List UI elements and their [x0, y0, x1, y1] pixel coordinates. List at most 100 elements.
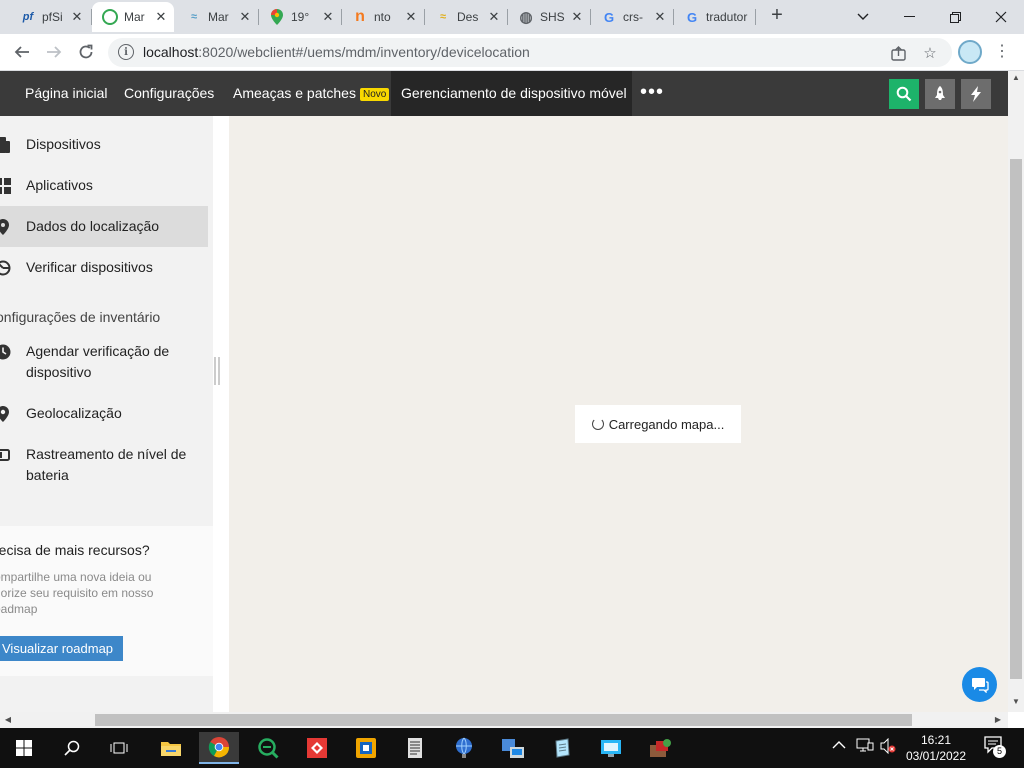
search-button[interactable] — [889, 79, 919, 109]
close-tab-icon[interactable]: ✕ — [404, 9, 418, 25]
browser-menu-icon[interactable]: ⋮ — [994, 41, 1010, 63]
tab-title: tradutor — [706, 10, 748, 24]
nav-threats-label: Ameaças e patches — [233, 85, 356, 101]
location-pin-icon — [0, 218, 12, 236]
reload-button[interactable] — [74, 40, 98, 64]
clock-time: 16:21 — [920, 733, 952, 747]
browser-tab[interactable]: ◍ SHS ✕ — [508, 2, 590, 32]
nav-settings[interactable]: Configurações — [124, 71, 214, 116]
profile-avatar[interactable] — [958, 40, 982, 64]
close-tab-icon[interactable]: ✕ — [653, 9, 667, 25]
bookmark-star-icon[interactable]: ☆ — [920, 43, 940, 63]
browser-tab[interactable]: G crs- ✕ — [591, 2, 673, 32]
loading-text: Carregando mapa... — [608, 416, 725, 432]
browser-tab[interactable]: ≈ Mar ✕ — [176, 2, 258, 32]
close-tab-icon[interactable]: ✕ — [321, 9, 335, 25]
sidebar-item-label: Aplicativos — [26, 177, 93, 193]
sidebar-item-devices[interactable]: Dispositivos — [0, 134, 208, 156]
sidebar-resize-handle[interactable] — [213, 356, 220, 386]
tab-title: SHS — [540, 10, 565, 24]
view-roadmap-button[interactable]: Visualizar roadmap — [0, 636, 124, 661]
url-text[interactable]: localhost:8020/webclient#/uems/mdm/inven… — [143, 44, 530, 60]
notification-center-icon[interactable]: 5 — [984, 736, 1008, 760]
address-bar[interactable]: i localhost:8020/webclient#/uems/mdm/inv… — [108, 38, 952, 67]
browser-tab[interactable]: ≈ Des ✕ — [425, 2, 507, 32]
task-view-icon[interactable] — [99, 732, 139, 764]
anydesk-taskbar-icon[interactable] — [297, 732, 337, 764]
scroll-up-arrow-icon[interactable]: ▲ — [1008, 71, 1024, 85]
windows-start-icon[interactable] — [4, 732, 44, 764]
scroll-thumb[interactable] — [1010, 159, 1022, 679]
clock-date: 03/01/2022 — [905, 749, 967, 763]
remote-desktop-taskbar-icon[interactable] — [591, 732, 631, 764]
browser-tab[interactable]: pf pfSi ✕ — [10, 2, 90, 32]
promo-title: recisa de mais recursos? — [0, 542, 150, 558]
forward-button[interactable] — [42, 40, 66, 64]
scroll-right-arrow-icon[interactable]: ▶ — [991, 712, 1005, 728]
close-tab-icon[interactable]: ✕ — [570, 9, 584, 25]
battery-icon — [0, 446, 12, 464]
toolbox-taskbar-icon[interactable] — [640, 732, 680, 764]
file-explorer-icon[interactable] — [151, 732, 191, 764]
horizontal-scrollbar[interactable]: ◀ ▶ — [0, 712, 1008, 728]
browser-tab[interactable]: 19° ✕ — [259, 2, 341, 32]
close-tab-icon[interactable]: ✕ — [70, 9, 84, 25]
chrome-taskbar-icon[interactable] — [199, 732, 239, 764]
browser-tab-strip: pf pfSi ✕ Mar ✕ ≈ Mar ✕ 19° ✕ n nto ✕ ≈ … — [0, 0, 1024, 34]
actions-button[interactable] — [961, 79, 991, 109]
tab-title: crs- — [623, 10, 643, 24]
minimize-button[interactable] — [886, 0, 932, 34]
sidebar-item-geolocation[interactable]: Geolocalização — [0, 403, 208, 425]
tray-chevron-icon[interactable] — [832, 738, 846, 753]
quick-launch-button[interactable] — [925, 79, 955, 109]
label-line: bateria — [26, 467, 69, 483]
taskbar: 16:21 03/01/2022 5 — [0, 728, 1024, 768]
more-menu-icon[interactable]: ••• — [640, 71, 664, 116]
sidebar-item-location-data[interactable]: Dados do localização — [0, 206, 208, 247]
browser-tab[interactable]: G tradutor — [674, 2, 756, 32]
tab-title: Mar — [208, 10, 229, 24]
network-tray-icon[interactable] — [856, 738, 874, 757]
volume-muted-tray-icon[interactable] — [880, 737, 896, 757]
scroll-left-arrow-icon[interactable]: ◀ — [1, 712, 15, 728]
lightning-icon — [971, 86, 981, 102]
nav-threats-patches[interactable]: Ameaças e patches Novo — [233, 71, 390, 116]
notepad-taskbar-icon[interactable] — [542, 732, 582, 764]
close-tab-icon[interactable]: ✕ — [238, 9, 252, 25]
tab-search-chevron-icon[interactable] — [840, 0, 886, 34]
close-window-button[interactable] — [978, 0, 1024, 34]
chat-button[interactable] — [962, 667, 997, 702]
taskbar-search-icon[interactable] — [52, 732, 92, 764]
close-tab-icon[interactable]: ✕ — [154, 9, 168, 25]
nav-home[interactable]: Página inicial — [25, 71, 108, 116]
devices-icon — [0, 136, 12, 154]
app-taskbar-icon[interactable] — [346, 732, 386, 764]
browser-tab[interactable]: n nto ✕ — [342, 2, 424, 32]
tab-title: Des — [457, 10, 479, 24]
sidebar-item-apps[interactable]: Aplicativos — [0, 175, 208, 197]
network-globe-taskbar-icon[interactable] — [444, 732, 484, 764]
site-info-icon[interactable]: i — [118, 44, 134, 60]
browser-tab-active[interactable]: Mar ✕ — [92, 2, 174, 32]
google-icon: G — [603, 9, 615, 25]
sidebar-item-battery-tracking[interactable]: Rastreamento de nível de bateria — [0, 444, 208, 488]
search-app-taskbar-icon[interactable] — [248, 732, 288, 764]
taskbar-clock[interactable]: 16:21 03/01/2022 — [898, 732, 974, 764]
label-line: Rastreamento de nível de — [26, 446, 187, 462]
new-tab-button[interactable]: + — [766, 5, 788, 27]
back-button[interactable] — [10, 40, 34, 64]
close-tab-icon[interactable]: ✕ — [487, 9, 501, 25]
new-badge: Novo — [359, 88, 390, 101]
document-taskbar-icon[interactable] — [395, 732, 435, 764]
sidebar-item-schedule-scan[interactable]: Agendar verificação de dispositivo — [0, 341, 208, 385]
promo-text: ompartilhe uma nova ideia ou riorize seu… — [0, 570, 154, 616]
computer-taskbar-icon[interactable] — [493, 732, 533, 764]
scroll-down-arrow-icon[interactable]: ▼ — [1008, 695, 1024, 709]
map-container[interactable]: Carregando mapa... — [229, 116, 1008, 712]
sidebar-item-scan-devices[interactable]: Verificar dispositivos — [0, 257, 208, 279]
nav-mdm[interactable]: Gerenciamento de dispositivo móvel — [391, 71, 632, 116]
share-icon[interactable] — [888, 43, 908, 63]
vertical-scrollbar[interactable]: ▲ ▼ — [1008, 71, 1024, 712]
scroll-thumb[interactable] — [95, 714, 912, 726]
restore-button[interactable] — [932, 0, 978, 34]
